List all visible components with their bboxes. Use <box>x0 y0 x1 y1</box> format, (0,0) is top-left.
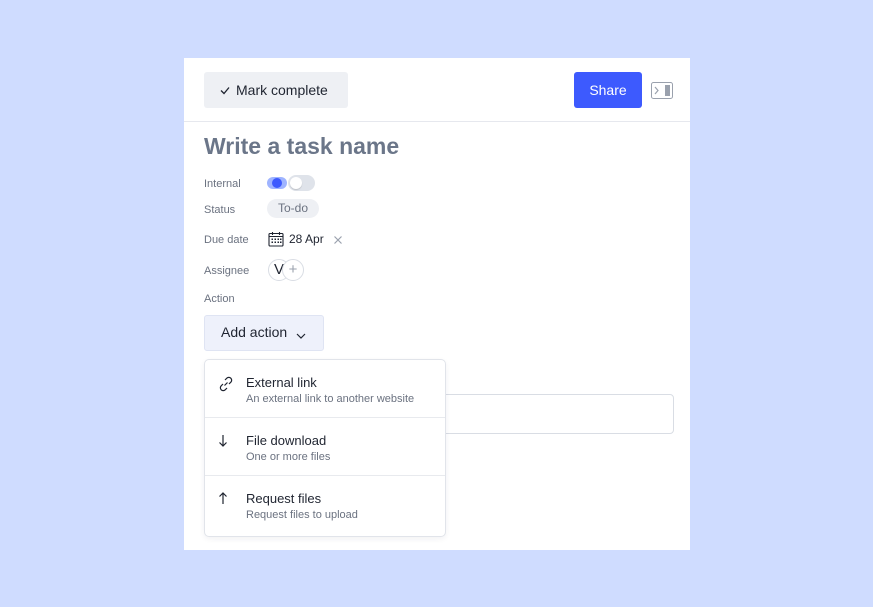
action-input-field[interactable] <box>432 394 674 434</box>
menu-item-external-link[interactable]: External link An external link to anothe… <box>205 360 445 418</box>
menu-item-request-files[interactable]: Request files Request files to upload <box>205 476 445 533</box>
menu-item-description: An external link to another website <box>246 393 415 405</box>
due-date-field[interactable]: 28 Apr <box>268 229 343 249</box>
internal-toggle-group <box>267 175 317 191</box>
mark-complete-button[interactable]: Mark complete <box>204 72 348 108</box>
assignee-field: V + <box>268 259 308 281</box>
menu-item-title: Request files <box>246 491 322 506</box>
plus-icon: + <box>288 261 298 278</box>
sidebar-toggle-icon[interactable] <box>651 82 673 99</box>
menu-item-file-download[interactable]: File download One or more files <box>205 418 445 476</box>
checkmark-icon <box>219 82 231 98</box>
internal-label: Internal <box>204 178 241 190</box>
menu-item-description: Request files to upload <box>246 509 358 521</box>
due-date-value: 28 Apr <box>289 232 324 246</box>
add-action-button[interactable]: Add action <box>204 315 324 351</box>
add-assignee-button[interactable]: + <box>282 259 304 281</box>
status-badge[interactable]: To-do <box>267 199 320 218</box>
link-icon <box>217 375 235 393</box>
mark-complete-label: Mark complete <box>236 82 328 98</box>
menu-item-description: One or more files <box>246 451 331 463</box>
due-date-label: Due date <box>204 234 249 246</box>
chevron-down-icon <box>296 326 306 342</box>
menu-item-title: External link <box>246 375 317 390</box>
add-action-label: Add action <box>221 324 288 341</box>
clear-icon[interactable] <box>333 234 343 244</box>
internal-indicator-icon <box>267 175 287 191</box>
menu-item-title: File download <box>246 433 327 448</box>
arrow-up-icon <box>217 491 235 509</box>
toggle-knob <box>290 177 302 189</box>
calendar-icon <box>268 231 284 247</box>
task-toolbar: Mark complete Share <box>184 58 690 122</box>
assignee-label: Assignee <box>204 265 250 277</box>
status-label: Status <box>204 204 236 216</box>
action-label: Action <box>204 293 235 305</box>
task-name-input[interactable]: Write a task name <box>204 133 399 160</box>
share-button[interactable]: Share <box>574 72 642 108</box>
arrow-down-icon <box>217 433 235 451</box>
internal-toggle[interactable] <box>288 175 315 191</box>
add-action-menu: External link An external link to anothe… <box>204 359 446 537</box>
